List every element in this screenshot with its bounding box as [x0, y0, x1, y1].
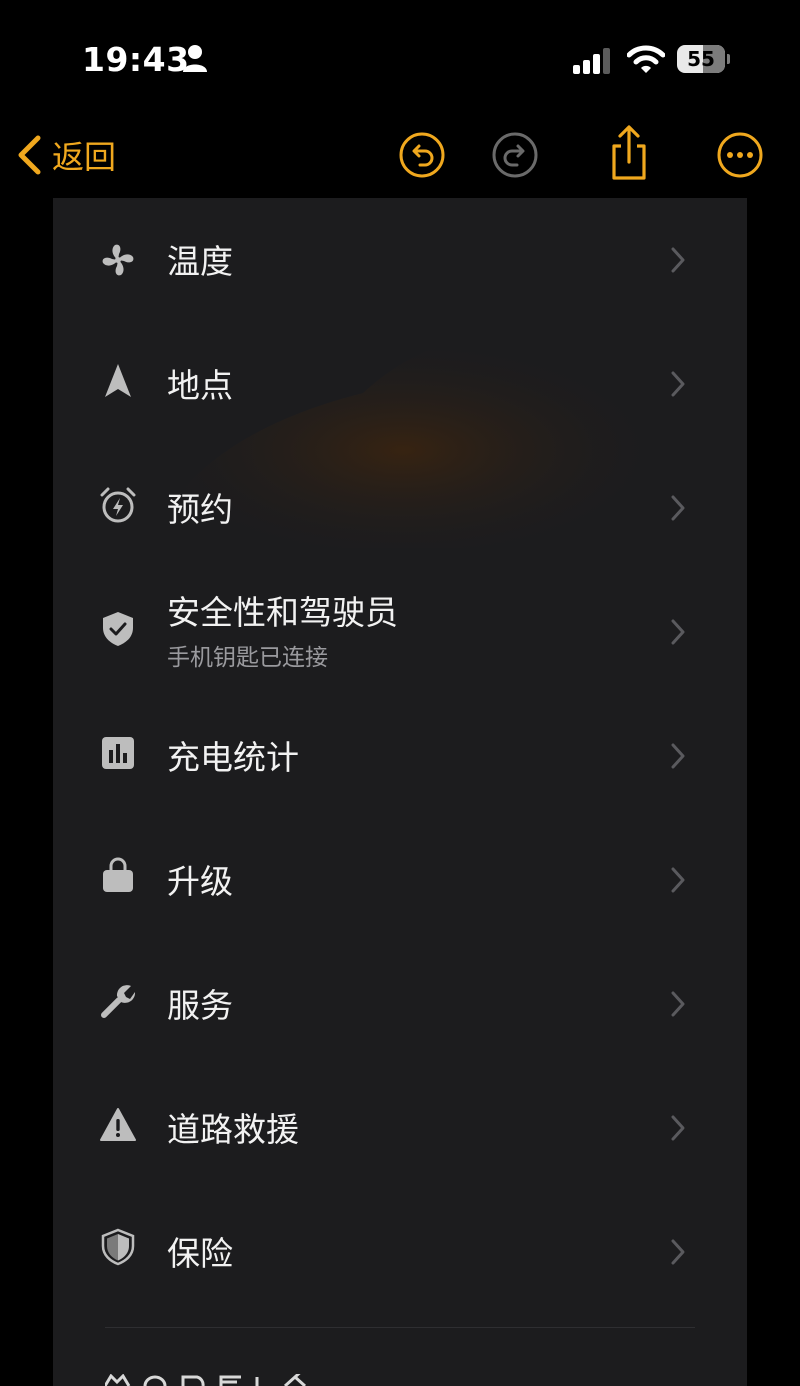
menu-item-insurance[interactable]: 保险 — [53, 1190, 747, 1314]
menu-item-charging-stats[interactable]: 充电统计 — [53, 694, 747, 818]
battery-level: 55 — [687, 47, 715, 71]
navigation-bar: 返回 — [0, 112, 800, 196]
menu-item-roadside-assistance[interactable]: 道路救援 — [53, 1066, 747, 1190]
menu-item-schedule[interactable]: 预约 — [53, 446, 747, 570]
chevron-left-icon — [18, 135, 41, 175]
back-label: 返回 — [52, 138, 117, 176]
menu-item-label: 地点 — [167, 366, 233, 405]
chevron-right-icon — [671, 991, 685, 1017]
chevron-right-icon — [671, 371, 685, 397]
undo-icon[interactable] — [398, 131, 446, 179]
menu-item-service[interactable]: 服务 — [53, 942, 747, 1066]
shopping-bag-icon — [103, 857, 133, 892]
menu-item-label: 升级 — [167, 862, 233, 901]
wrench-icon — [101, 985, 136, 1018]
menu-item-label: 安全性和驾驶员 — [167, 593, 398, 632]
model-logo — [105, 1374, 307, 1386]
more-icon[interactable] — [716, 131, 764, 179]
chevron-right-icon — [671, 743, 685, 769]
fan-icon — [102, 244, 134, 276]
menu-item-label: 充电统计 — [167, 738, 299, 777]
back-button[interactable]: 返回 — [16, 130, 116, 180]
alarm-clock-icon — [100, 487, 136, 523]
chevron-right-icon — [671, 1239, 685, 1265]
chevron-right-icon — [671, 1115, 685, 1141]
status-time: 19:43 — [82, 40, 190, 79]
person-icon — [183, 45, 207, 72]
menu-item-location[interactable]: 地点 — [53, 322, 747, 446]
chevron-right-icon — [671, 247, 685, 273]
menu-item-label: 保险 — [167, 1234, 233, 1273]
menu-item-label: 温度 — [167, 242, 233, 281]
share-icon[interactable] — [605, 124, 653, 182]
redo-icon[interactable] — [491, 131, 539, 179]
wifi-icon — [627, 45, 665, 73]
warning-triangle-icon — [100, 1108, 136, 1141]
status-bar: 19:43 55 — [0, 0, 800, 110]
menu-item-temperature[interactable]: 温度 — [53, 198, 747, 322]
menu-panel: 温度 地点 预约 安全性和驾驶员 手机钥匙已连接 充电统计 升级 服务 道路救援… — [53, 198, 747, 1386]
menu-item-upgrades[interactable]: 升级 — [53, 818, 747, 942]
divider — [105, 1327, 695, 1328]
chevron-right-icon — [671, 495, 685, 521]
menu-item-security-drivers[interactable]: 安全性和驾驶员 手机钥匙已连接 — [53, 570, 747, 694]
menu-item-label: 服务 — [167, 986, 233, 1025]
battery-icon: 55 — [677, 45, 730, 73]
chevron-right-icon — [671, 619, 685, 645]
shield-icon — [101, 1228, 135, 1266]
menu-item-subtitle: 手机钥匙已连接 — [167, 645, 328, 671]
menu-item-label: 预约 — [167, 490, 233, 529]
cellular-signal-icon — [573, 48, 610, 74]
shield-check-icon — [103, 612, 133, 646]
bar-chart-icon — [102, 737, 134, 769]
location-arrow-icon — [105, 364, 131, 397]
menu-item-label: 道路救援 — [167, 1110, 299, 1149]
chevron-right-icon — [671, 867, 685, 893]
